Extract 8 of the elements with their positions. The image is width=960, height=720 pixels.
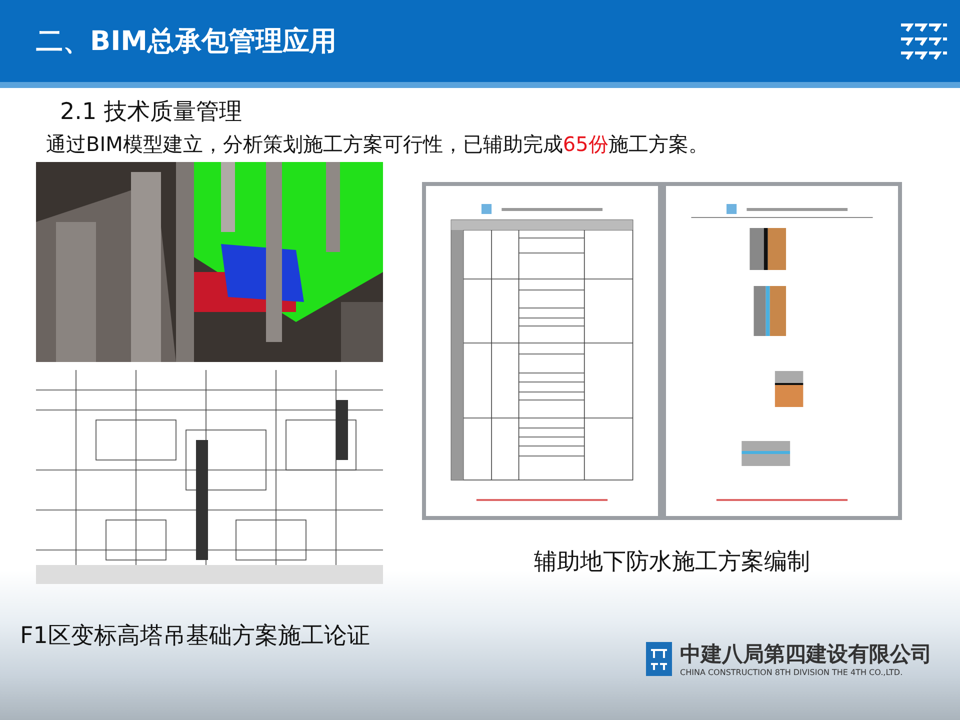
company-name: 中建八局第四建设有限公司 [680, 641, 932, 668]
slide-title: 二、BIM总承包管理应用 [36, 25, 336, 59]
section-heading: 2.1 技术质量管理 [60, 98, 243, 127]
figure-caption: 辅助地下防水施工方案编制 [534, 548, 810, 577]
company-logo-icon [646, 642, 672, 676]
company-name-english: CHINA CONSTRUCTION 8TH DIVISION THE 4TH CO.,LTD. [680, 668, 904, 677]
figure-caption: F1区变标高塔吊基础方案施工论证 [20, 622, 370, 651]
intro-sentence: 通过BIM模型建立，分析策划施工方案可行性，已辅助完成65份施工方案。 [46, 131, 710, 158]
